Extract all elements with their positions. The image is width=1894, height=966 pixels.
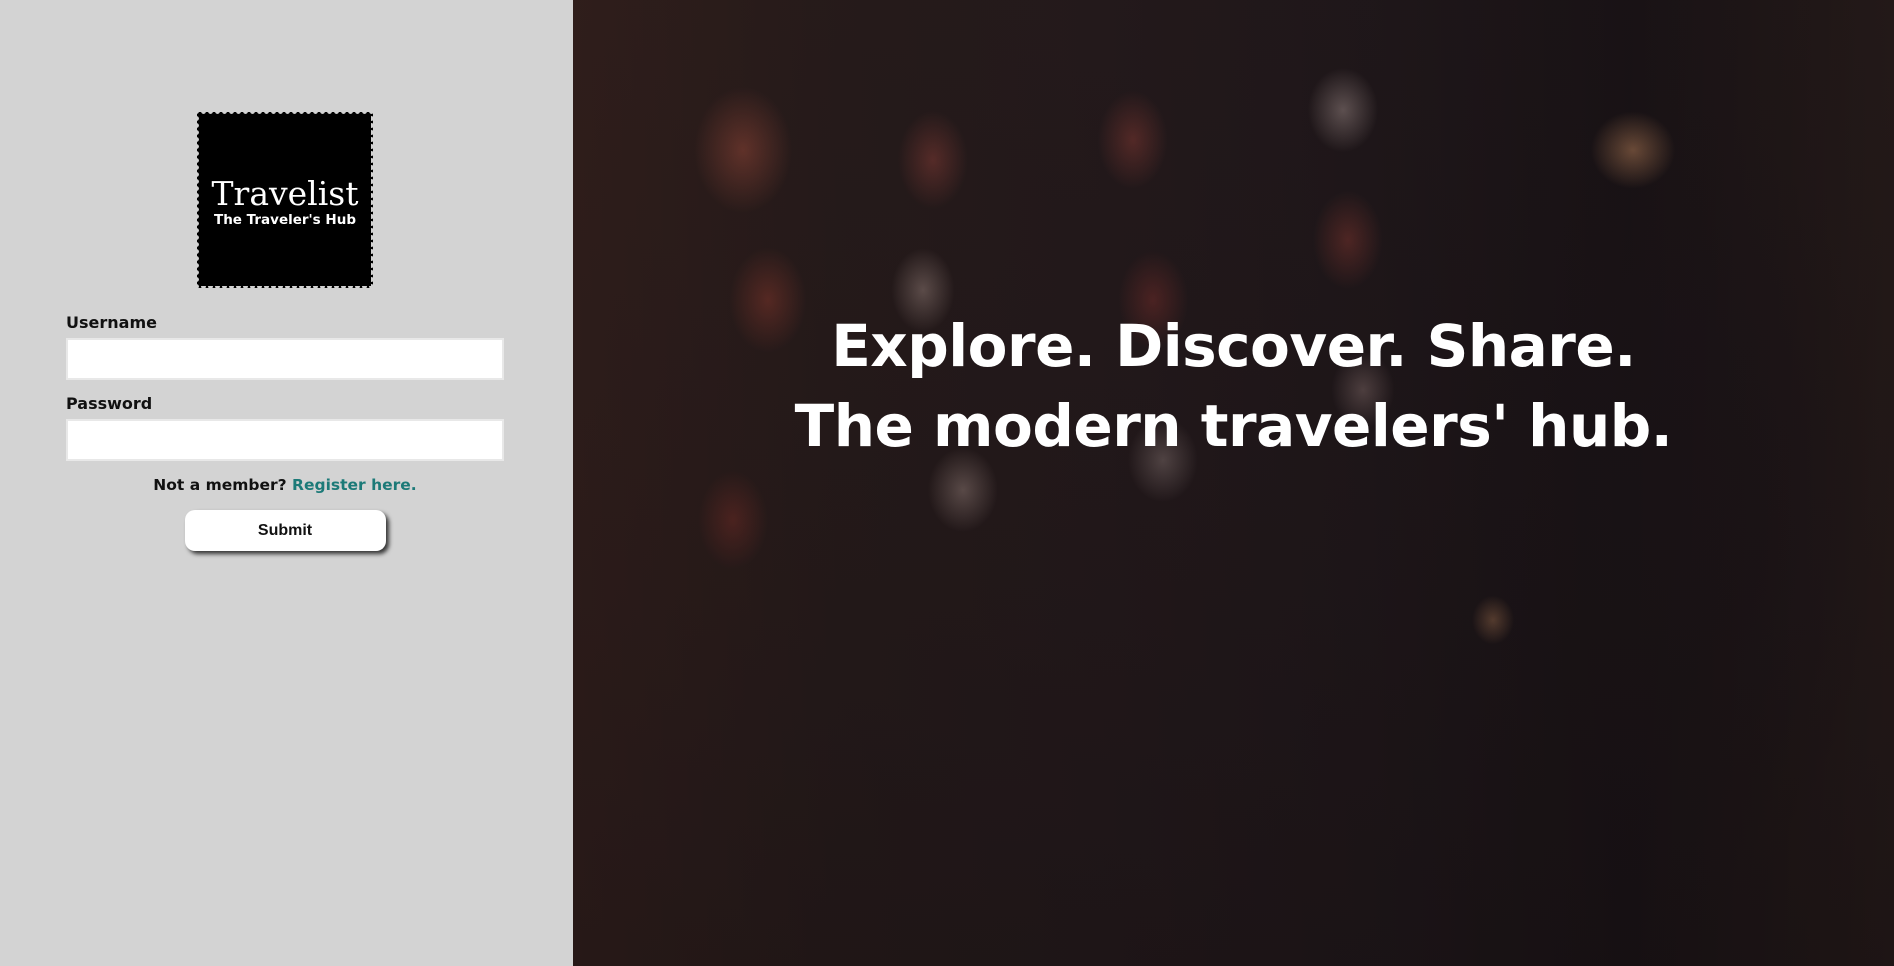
hero-background-image [573,0,1894,966]
register-prompt-text: Not a member? [153,476,287,494]
username-input[interactable] [66,338,504,380]
hero-tagline: Explore. Discover. Share. The modern tra… [573,306,1894,466]
hero-line-2: The modern travelers' hub. [794,392,1673,460]
username-label: Username [66,313,157,332]
login-page: Travelist The Traveler's Hub Username Pa… [0,0,1894,966]
hero-section: Explore. Discover. Share. The modern tra… [573,0,1894,966]
logo-stamp: Travelist The Traveler's Hub [199,114,371,286]
submit-button[interactable]: Submit [184,510,386,551]
logo-subtitle: The Traveler's Hub [213,212,356,228]
submit-wrapper: Submit [66,510,504,551]
login-panel: Travelist The Traveler's Hub Username Pa… [0,0,573,966]
password-label: Password [66,394,153,413]
travelist-logo: Travelist The Traveler's Hub [193,108,377,292]
register-prompt: Not a member? Register here. [66,475,504,495]
password-input[interactable] [66,419,504,461]
login-form: Username Password Not a member? Register… [66,313,504,551]
logo-title: Travelist [211,174,359,213]
hero-line-1: Explore. Discover. Share. [831,312,1636,380]
register-link[interactable]: Register here. [292,476,417,494]
